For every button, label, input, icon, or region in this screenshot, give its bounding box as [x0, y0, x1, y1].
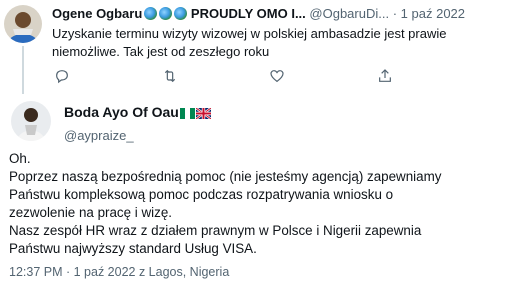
nigeria-flag-icon — [179, 105, 195, 123]
author-handle[interactable]: @aypraize_ — [64, 127, 484, 145]
tweet-text-line: zezwolenie na pracę i wizę. — [9, 205, 173, 220]
like-icon — [270, 70, 284, 83]
avatar[interactable] — [4, 5, 42, 43]
tweet-text-line: niemożliwe. Tak jest od zeszłego roku — [52, 44, 270, 59]
tweet-text-line: Państwu najwyższy standard Usług VISA. — [9, 241, 257, 256]
globe-emoji-icon — [174, 7, 188, 20]
author-name[interactable]: Ogene Ogbaru — [52, 6, 142, 21]
uk-flag-icon — [195, 105, 212, 123]
retweet-icon — [164, 69, 176, 83]
globe-emoji-icon — [144, 7, 158, 20]
tweet-text: Oh. Poprzez naszą bezpośrednią pomoc (ni… — [9, 150, 499, 258]
thread-connector-line — [22, 46, 24, 94]
share-button[interactable] — [375, 67, 395, 85]
tweet-actions — [52, 67, 472, 85]
tweet-text-line: Państwu kompleksową pomoc podczas rozpat… — [9, 187, 394, 202]
tweet-date[interactable]: 1 paź 2022 — [401, 6, 465, 21]
share-icon — [379, 69, 391, 82]
tweet-text-line: Nasz zespół HR wraz z działem prawnym w … — [9, 223, 422, 238]
tweet-header: Ogene Ogbaru PROUDLY OMO I... @OgbaruDi.… — [52, 5, 504, 23]
author-name-row: Boda Ayo Of Oau — [64, 103, 484, 123]
tweet-text-line: Uzyskanie terminu wizyty wizowej w polsk… — [52, 26, 447, 41]
reply-icon — [56, 70, 68, 84]
author-handle[interactable]: @OgbaruDi... — [309, 6, 389, 21]
like-button[interactable] — [267, 67, 287, 85]
tweet-text-line: Oh. — [9, 151, 31, 166]
tweet-timestamp-location[interactable]: 12:37 PM · 1 paź 2022 z Lagos, Nigeria — [9, 264, 229, 280]
parent-tweet[interactable]: Ogene Ogbaru PROUDLY OMO I... @OgbaruDi.… — [0, 0, 508, 94]
author-name-suffix[interactable]: PROUDLY OMO I... — [191, 6, 306, 21]
avatar[interactable] — [11, 101, 51, 141]
author-name[interactable]: Boda Ayo Of Oau — [64, 104, 179, 120]
separator: · — [392, 6, 398, 21]
globe-emoji-icon — [159, 7, 173, 20]
retweet-button[interactable] — [160, 67, 180, 85]
tweet-text-line: Poprzez naszą bezpośrednią pomoc (nie je… — [9, 169, 442, 184]
tweet-text: Uzyskanie terminu wizyty wizowej w polsk… — [52, 25, 492, 61]
reply-button[interactable] — [52, 67, 72, 85]
tweet-header: Boda Ayo Of Oau @aypraize_ — [64, 103, 484, 145]
